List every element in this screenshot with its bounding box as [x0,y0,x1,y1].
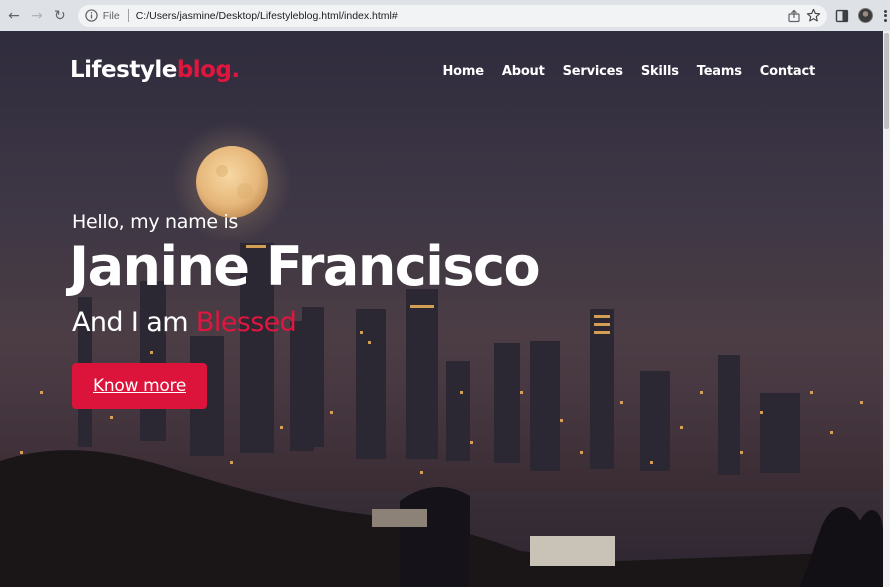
nav-teams[interactable]: Teams [697,64,742,79]
logo-text: Lifestyle [70,57,177,83]
hero-tagline: And I am Blessed [72,307,297,338]
nav-skills[interactable]: Skills [641,64,679,79]
address-bar[interactable]: File C:/Users/jasmine/Desktop/Lifestyleb… [77,4,828,27]
nav-contact[interactable]: Contact [760,64,815,79]
page-viewport: Lifestyleblog. Home About Services Skill… [0,31,883,587]
hero-greeting: Hello, my name is [72,211,239,233]
side-panel-icon[interactable] [835,9,849,23]
page-scrollbar[interactable] [883,31,890,587]
info-icon[interactable] [85,9,98,22]
reload-icon[interactable]: ↻ [50,6,70,26]
tagline-prefix: And I am [72,307,196,338]
browser-toolbar: ← → ↻ File C:/Users/jasmine/Desktop/Life… [0,0,890,31]
logo-accent-text: blog. [176,57,240,83]
more-menu-icon[interactable] [880,9,890,23]
nav-home[interactable]: Home [442,64,484,79]
share-icon[interactable] [787,9,801,23]
url-separator [127,9,129,22]
main-navigation: Home About Services Skills Teams Contact [442,64,815,79]
star-icon[interactable] [806,8,821,23]
back-arrow-icon[interactable]: ← [4,6,24,26]
url-text[interactable]: C:/Users/jasmine/Desktop/Lifestyleblog.h… [136,10,398,22]
tagline-accent: Blessed [195,307,297,338]
profile-avatar[interactable] [858,8,874,23]
nav-services[interactable]: Services [563,64,623,79]
site-logo[interactable]: Lifestyleblog. [70,57,240,83]
url-scheme-label: File [102,9,120,22]
forward-arrow-icon[interactable]: → [27,6,47,26]
know-more-button[interactable]: Know more [72,363,207,409]
scrollbar-thumb[interactable] [884,33,889,129]
nav-about[interactable]: About [502,64,545,79]
hero-name: Janine Francisco [69,235,541,298]
